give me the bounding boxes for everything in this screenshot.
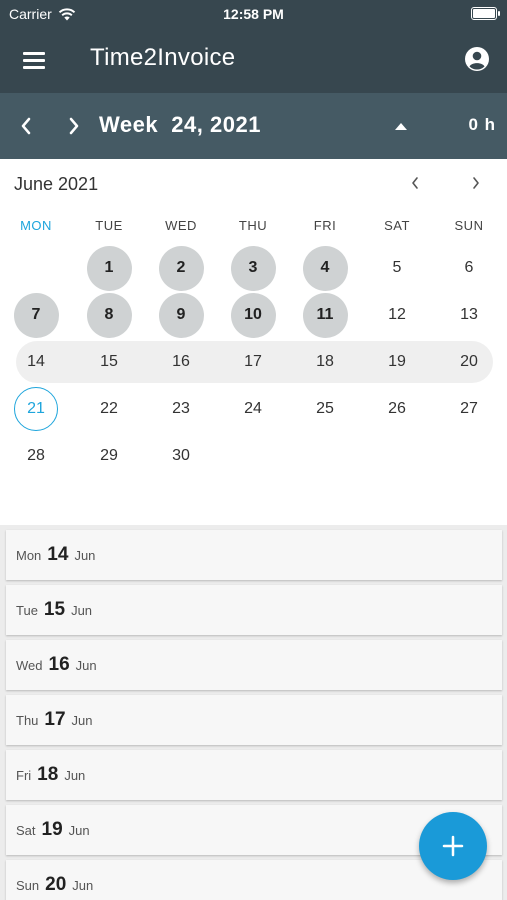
hamburger-menu-button[interactable] [20,48,50,72]
calendar-day[interactable]: 17 [231,340,276,385]
weekday-label: THU [238,218,268,233]
weekday-label: WED [165,218,197,233]
calendar-day[interactable]: 2 [158,245,204,291]
month-title: June 2021 [14,174,99,194]
calendar-day[interactable]: 18 [303,340,348,385]
weekday-label: MON [20,218,52,233]
app-bar: Time2Invoice [0,28,507,93]
calendar-day[interactable]: 5 [375,246,420,291]
day-row-weekday: Sat [16,822,36,838]
calendar-day[interactable]: 12 [375,293,420,338]
calendar-day[interactable]: 25 [303,387,348,432]
week-bar: Week 24, 2021 0 h [0,93,507,159]
chevron-left-icon [21,117,31,135]
calendar-day[interactable]: 4 [302,245,348,291]
calendar-day[interactable]: 1 [86,245,132,291]
next-month-button[interactable] [464,171,488,195]
calendar-day[interactable]: 26 [375,387,420,432]
calendar-day-today[interactable]: 21 [14,387,58,431]
chevron-right-icon [69,117,79,135]
calendar-day[interactable]: 10 [230,292,276,338]
day-row-weekday: Tue [16,602,38,618]
caret-up-icon [395,122,407,130]
day-row[interactable]: Wed 16 Jun [6,640,502,690]
calendar-day[interactable]: 6 [447,246,492,291]
month-calendar: June 2021 MON TUE WED THU FRI SAT SUN 12345678… [0,159,507,525]
day-row-date: 15 [43,599,66,620]
day-row-date: 20 [45,874,67,895]
status-bar: Carrier 12:58 PM [0,0,507,28]
day-row-date: 16 [48,654,70,675]
calendar-day[interactable]: 7 [13,292,59,338]
prev-month-button[interactable] [403,171,427,195]
calendar-day[interactable]: 14 [14,340,59,385]
status-time: 12:58 PM [223,6,284,22]
day-row-month: Jun [68,822,90,838]
calendar-day[interactable]: 29 [87,434,132,479]
day-row-weekday: Fri [16,767,32,783]
chevron-left-icon [412,177,418,189]
weekday-label: SAT [384,218,410,233]
calendar-day[interactable]: 23 [159,387,204,432]
day-row-weekday: Wed [16,657,43,673]
weekday-label: SUN [454,218,484,233]
calendar-day[interactable]: 19 [375,340,420,385]
day-row[interactable]: Thu 17 Jun [6,695,502,745]
weekday-header: MON TUE WED THU FRI SAT SUN [0,218,507,236]
plus-icon [442,835,464,857]
calendar-day[interactable]: 24 [231,387,276,432]
calendar-day[interactable]: 13 [447,293,492,338]
week-total-hours: 0 h [468,115,496,134]
day-row-date: 17 [44,709,66,730]
chevron-right-icon [473,177,479,189]
day-row-weekday: Sun [16,877,40,893]
week-label: Week 24, 2021 [99,112,261,137]
day-row-weekday: Thu [16,712,39,728]
day-row-weekday: Mon [16,547,42,563]
day-row-month: Jun [74,547,96,563]
day-row-date: 18 [37,764,59,785]
day-row[interactable]: Mon 14 Jun [6,530,502,580]
calendar-day[interactable]: 30 [159,434,204,479]
calendar-day[interactable]: 15 [87,340,132,385]
calendar-day[interactable]: 11 [302,292,348,338]
calendar-day[interactable]: 20 [447,340,492,385]
day-row-month: Jun [71,712,93,728]
battery-icon [471,7,500,20]
weekday-label: FRI [313,218,337,233]
calendar-day[interactable]: 22 [87,387,132,432]
add-entry-button[interactable] [419,812,487,880]
day-row-month: Jun [75,657,97,673]
day-row-date: 19 [41,819,63,840]
app-title: Time2Invoice [90,44,236,71]
weekday-label: TUE [95,218,123,233]
day-row[interactable]: Fri 18 Jun [6,750,502,800]
day-row-month: Jun [72,877,94,893]
next-week-button[interactable] [59,111,89,141]
calendar-day[interactable]: 16 [159,340,204,385]
collapse-calendar-button[interactable] [390,115,412,137]
calendar-day[interactable]: 27 [447,387,492,432]
day-row-month: Jun [64,767,86,783]
calendar-day[interactable]: 3 [230,245,276,291]
calendar-day[interactable]: 28 [14,434,59,479]
prev-week-button[interactable] [11,111,41,141]
day-row[interactable]: Tue 15 Jun [6,585,502,635]
account-circle-icon[interactable] [463,45,491,73]
day-row-month: Jun [71,602,93,618]
calendar-day[interactable]: 8 [86,292,132,338]
calendar-day[interactable]: 9 [158,292,204,338]
day-row-date: 14 [47,544,69,565]
